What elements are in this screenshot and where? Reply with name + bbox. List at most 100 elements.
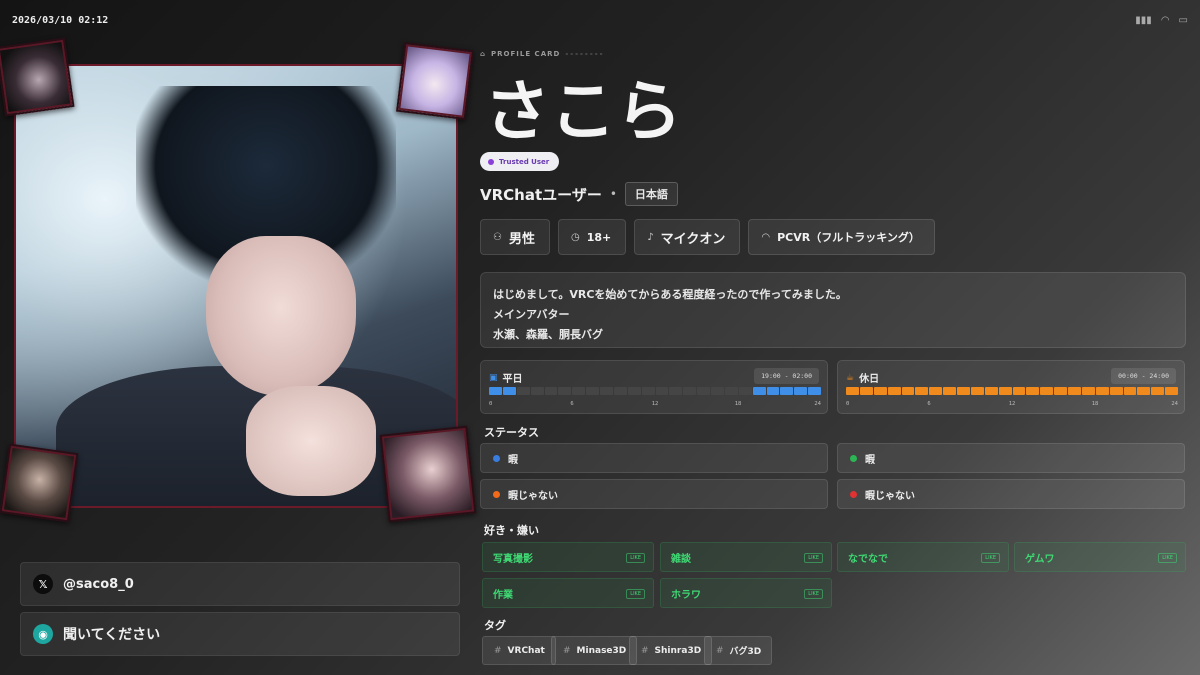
hour-segment [544,387,558,395]
bell-icon: ⌂ [480,50,487,58]
hash-icon: # [641,645,649,656]
avatar-thumbnail[interactable] [379,425,477,523]
hour-segment [613,387,627,395]
hour-tick: 24 [1171,401,1178,407]
hour-segment [998,387,1012,395]
hour-segment [929,387,943,395]
tags-section-title: タグ [484,619,506,632]
hour-segment [766,387,780,395]
x-account-link[interactable]: 𝕏 @saco8_0 [20,562,460,606]
hour-segment [1081,387,1095,395]
hour-tick: 6 [927,401,931,407]
discord-link[interactable]: ◉ 聞いてください [20,612,460,656]
avatar-thumbnail[interactable] [395,41,475,121]
hour-tick: 18 [1091,401,1099,407]
hour-bar [489,387,821,395]
hour-segment [738,387,752,395]
mic-icon: ♪ [647,231,654,243]
likes-section-title: 好き・嫌い [484,524,539,537]
time-range: 00:00 - 24:00 [1111,368,1176,384]
hour-segment [943,387,956,395]
like-item: なでなで LIKE [837,542,1009,572]
like-item: 作業 LIKE [482,578,654,608]
hour-ticks: 0 6 12 18 24 [489,401,821,409]
hour-segment [957,387,970,395]
hour-segment [887,387,901,395]
trust-dot [488,158,494,165]
headset-icon: ◠ [761,231,771,243]
status-item: 暇 [480,443,828,473]
attribute-chips: ⚇ 男性 ◷ 18+ ♪ マイクオン ◠ PCVR（フルトラッキング） [480,219,935,255]
x-handle: @saco8_0 [63,576,134,592]
hour-segment [627,387,641,395]
hour-segment [794,387,808,395]
hour-segment [711,387,724,395]
discord-text: 聞いてください [63,627,161,643]
hour-segment [970,387,984,395]
hour-segment [1026,387,1040,395]
schedule-holiday: ☕ 休日 00:00 - 24:00 0 6 12 18 24 [837,360,1185,414]
hour-segment [1137,387,1151,395]
tag-chip[interactable]: # VRChat [482,636,556,665]
hour-segment [502,387,516,395]
schedule-weekday: ▣ 平日 19:00 - 02:00 0 6 12 18 24 [480,360,828,414]
avatar-thumbnail[interactable] [0,443,79,523]
hour-segment [846,387,859,395]
status-section-title: ステータス [484,426,539,439]
status-dot [493,490,500,498]
age-icon: ◷ [570,231,580,243]
hour-segment [873,387,887,395]
hour-segment [1123,387,1137,395]
tag-chip[interactable]: # Minase3D [551,636,638,665]
hour-segment [1095,387,1109,395]
hour-segment [516,387,530,395]
hour-segment [489,387,502,395]
profile-card-eyebrow: ⌂ PROFILE CARD -------- [480,50,605,58]
hour-segment [808,387,821,395]
hour-tick: 18 [734,401,742,407]
coffee-icon: ☕ [846,372,855,383]
status-dot [850,454,857,462]
profile-subtitle: VRChatユーザー • 日本語 [480,182,678,206]
hash-icon: # [563,645,571,656]
like-item: 写真撮影 LIKE [482,542,654,572]
hour-segment [1040,387,1054,395]
like-item: ゲムワ LIKE [1014,542,1186,572]
like-badge: LIKE [626,553,645,563]
status-item: 暇じゃない [480,479,828,509]
hour-segment [1165,387,1178,395]
like-item: 雑談 LIKE [660,542,832,572]
clock: 2026/03/10 02:12 [12,15,109,26]
hour-segment [724,387,738,395]
tag-chip[interactable]: # バグ3D [704,636,773,665]
briefcase-icon: ▣ [489,372,498,383]
hour-segment [915,387,929,395]
attribute-platform: ◠ PCVR（フルトラッキング） [748,219,935,255]
like-badge: LIKE [804,553,823,563]
tag-chip[interactable]: # Shinra3D [629,636,713,665]
avatar-thumbnail[interactable] [0,37,75,117]
bio-line: はじめまして。VRCを始めてからある程度経ったので作ってみました。 [493,288,847,301]
hour-segment [655,387,669,395]
hash-icon: # [494,645,502,656]
hour-segment [572,387,586,395]
hour-segment [859,387,873,395]
language-chip: 日本語 [624,182,678,206]
profile-details: ⌂ PROFILE CARD -------- さこら Trusted User… [480,0,1188,675]
hour-segment [1109,387,1123,395]
hour-segment [697,387,710,395]
hour-segment [641,387,655,395]
hour-segment [669,387,683,395]
hour-segment [558,387,572,395]
hour-segment [1068,387,1081,395]
attribute-gender: ⚇ 男性 [480,219,550,255]
hour-segment [984,387,998,395]
attribute-age: ◷ 18+ [557,219,627,255]
hour-segment [752,387,766,395]
hour-ticks: 0 6 12 18 24 [846,401,1178,409]
trust-badge: Trusted User [480,152,560,171]
like-badge: LIKE [981,553,1000,563]
hour-segment [1151,387,1165,395]
hour-tick: 6 [570,401,574,407]
status-dot [850,490,857,498]
